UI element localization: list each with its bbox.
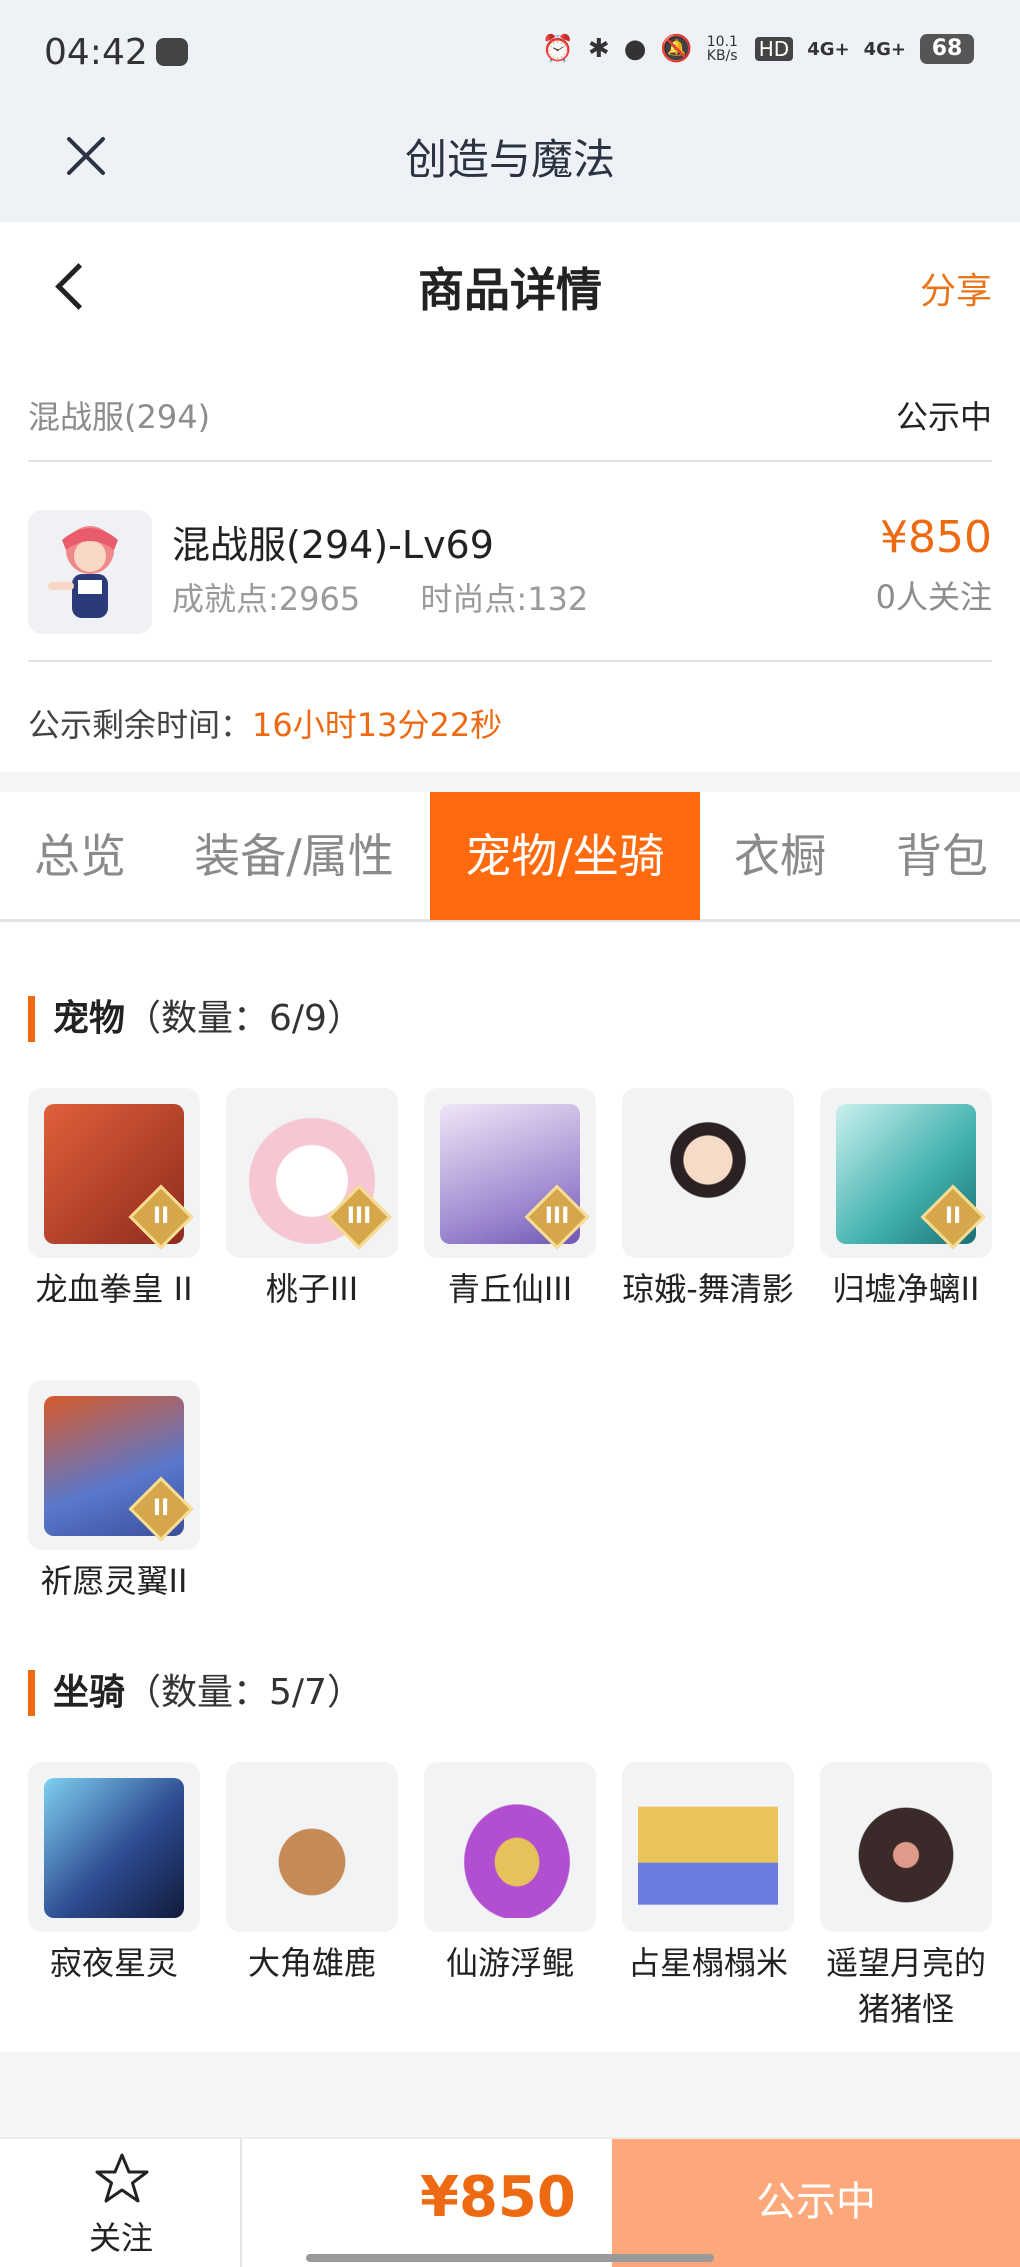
- server-name: 混战服(294): [28, 398, 211, 436]
- network-speed: 10.1 KB/s: [706, 34, 738, 64]
- pet-thumbnail: III: [424, 1088, 596, 1258]
- mount-item[interactable]: 遥望月亮的猪猪怪: [820, 1762, 992, 2032]
- pet-item[interactable]: 琼娥-舞清影: [622, 1088, 794, 1312]
- tier-badge-label: III: [346, 1204, 372, 1229]
- bluetooth-icon: ✱: [587, 34, 610, 64]
- bottom-bar: 关注 ¥850 公示中: [0, 2137, 1020, 2267]
- pet-item[interactable]: II 龙血拳皇 II: [28, 1088, 200, 1312]
- share-button[interactable]: 分享: [920, 262, 992, 314]
- pet-thumbnail: II: [820, 1088, 992, 1258]
- star-icon: [95, 2153, 149, 2203]
- tab-wardrobe[interactable]: 衣橱: [710, 792, 850, 920]
- product-meta: 成就点:2965 时尚点:132: [172, 574, 638, 620]
- tier-badge-label: II: [152, 1496, 170, 1521]
- mount-thumbnail: [622, 1762, 794, 1932]
- tier-badge-label: III: [544, 1204, 570, 1229]
- pet-name: 琼娥-舞清影: [622, 1270, 794, 1308]
- avatar: [28, 510, 152, 634]
- mount-art-icon: [44, 1778, 184, 1918]
- follow-label: 关注: [88, 2219, 153, 2257]
- follow-button[interactable]: 关注: [0, 2139, 242, 2267]
- mount-item[interactable]: 仙游浮鲲: [424, 1762, 596, 1986]
- home-indicator[interactable]: [306, 2254, 714, 2262]
- mount-thumbnail: [28, 1762, 200, 1932]
- remaining-time: 公示剩余时间：16小时13分22秒: [28, 700, 502, 746]
- mount-art-icon: [638, 1778, 778, 1918]
- pets-title: 宠物: [53, 998, 126, 1039]
- pet-name: 祈愿灵翼II: [40, 1562, 188, 1600]
- server-row: 混战服(294) 公示中: [28, 392, 992, 462]
- status-bar: 04:42 ⏰ ✱ ● 🔕 10.1 KB/s HD 4G+ 4G+ 68: [0, 0, 1020, 110]
- pet-item[interactable]: II 祈愿灵翼II: [28, 1380, 200, 1604]
- product-row[interactable]: 混战服(294)-Lv69 成就点:2965 时尚点:132 ¥850 0人关注: [28, 504, 992, 662]
- hd-icon: HD: [754, 37, 794, 61]
- mount-name: 遥望月亮的猪猪怪: [825, 1944, 986, 2028]
- pet-thumbnail: [622, 1088, 794, 1258]
- mount-thumbnail: [820, 1762, 992, 1932]
- character-avatar-icon: [48, 526, 118, 618]
- pets-section-title: 宠物（数量：6/9）: [28, 996, 363, 1042]
- mounts-section-title: 坐骑（数量：5/7）: [28, 1670, 363, 1716]
- webview-header: 创造与魔法: [0, 110, 1020, 222]
- status-badge: 公示中: [895, 398, 992, 436]
- signal-1-icon: 4G+: [807, 38, 850, 60]
- pet-name: 青丘仙III: [447, 1270, 573, 1308]
- pet-item[interactable]: II 归墟净螭II: [820, 1088, 992, 1312]
- pet-name: 桃子III: [265, 1270, 359, 1308]
- mount-name: 占星榻榻米: [627, 1944, 788, 1982]
- page-title: 商品详情: [418, 263, 602, 317]
- game-controller-icon: [156, 38, 188, 66]
- mounts-count: （数量：5/7）: [125, 1672, 363, 1713]
- signal-2-icon: 4G+: [863, 38, 906, 60]
- tier-badge-label: II: [944, 1204, 962, 1229]
- mount-name: 大角雄鹿: [247, 1944, 376, 1982]
- mount-art-icon: [440, 1778, 580, 1918]
- bottom-price: ¥850: [420, 2165, 576, 2230]
- pet-name: 龙血拳皇 II: [35, 1270, 193, 1308]
- achievement-points: 成就点:2965: [172, 580, 361, 618]
- pet-item[interactable]: III 桃子III: [226, 1088, 398, 1312]
- pet-thumbnail: II: [28, 1088, 200, 1258]
- listing-card: 商品详情 分享 混战服(294) 公示中 混战服(294)-Lv69 成就点:2…: [0, 222, 1020, 772]
- pets-mounts-panel: 宠物（数量：6/9） II 龙血拳皇 II III 桃子III III 青丘仙I…: [0, 922, 1020, 2052]
- webview-title: 创造与魔法: [404, 135, 615, 184]
- mount-thumbnail: [226, 1762, 398, 1932]
- pets-count: （数量：6/9）: [125, 998, 363, 1039]
- mount-name: 寂夜星灵: [49, 1944, 178, 1982]
- remaining-time-label: 公示剩余时间：: [28, 706, 253, 744]
- mount-item[interactable]: 占星榻榻米: [622, 1762, 794, 1986]
- tab-bar: 总览 装备/属性 宠物/坐骑 衣橱 背包: [0, 792, 1020, 922]
- tab-backpack[interactable]: 背包: [872, 792, 1012, 920]
- tier-badge-label: II: [152, 1204, 170, 1229]
- pet-item[interactable]: III 青丘仙III: [424, 1088, 596, 1312]
- mount-item[interactable]: 寂夜星灵: [28, 1762, 200, 1986]
- pet-thumbnail: III: [226, 1088, 398, 1258]
- mounts-title: 坐骑: [53, 1672, 126, 1713]
- alarm-icon: ⏰: [541, 34, 574, 64]
- tab-pets-mounts[interactable]: 宠物/坐骑: [430, 792, 700, 920]
- status-action-button[interactable]: 公示中: [612, 2139, 1020, 2267]
- mount-art-icon: [836, 1778, 976, 1918]
- mount-art-icon: [242, 1778, 382, 1918]
- mount-thumbnail: [424, 1762, 596, 1932]
- tab-overview[interactable]: 总览: [0, 792, 160, 920]
- follow-count: 0人关注: [875, 578, 992, 616]
- tab-equipment[interactable]: 装备/属性: [168, 792, 420, 920]
- status-icons: ⏰ ✱ ● 🔕 10.1 KB/s HD 4G+ 4G+ 68: [542, 34, 974, 64]
- mount-item[interactable]: 大角雄鹿: [226, 1762, 398, 1986]
- mount-name: 仙游浮鲲: [445, 1944, 574, 1982]
- mic-icon: ●: [623, 34, 647, 64]
- fashion-points: 时尚点:132: [420, 580, 589, 618]
- remaining-time-value: 16小时13分22秒: [252, 706, 503, 744]
- battery-icon: 68: [920, 34, 974, 64]
- pet-thumbnail: II: [28, 1380, 200, 1550]
- product-title: 混战服(294)-Lv69: [172, 523, 494, 567]
- mute-icon: 🔕: [660, 34, 693, 64]
- pet-art-icon: [638, 1104, 778, 1244]
- pet-name: 归墟净螭II: [832, 1270, 980, 1308]
- price: ¥850: [880, 512, 992, 563]
- status-time: 04:42: [44, 32, 148, 73]
